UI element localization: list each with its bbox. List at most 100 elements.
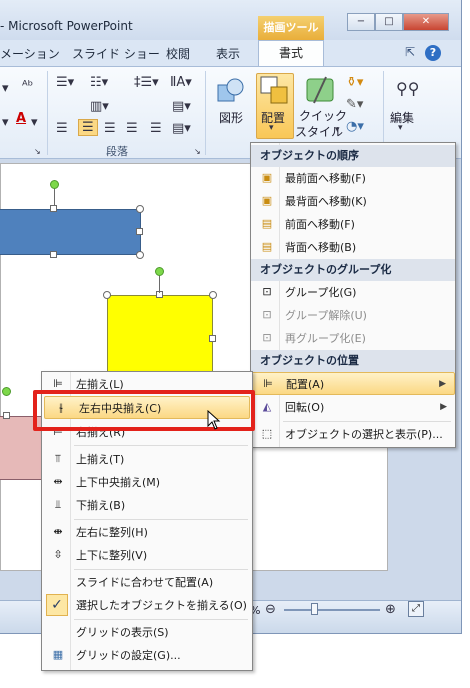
help-icon[interactable]: ?: [424, 45, 441, 61]
shape-outline-icon[interactable]: ✎▾: [346, 97, 363, 112]
zoom-slider[interactable]: [284, 609, 380, 611]
distributed-text-icon[interactable]: ☰: [150, 121, 162, 136]
line-spacing-icon[interactable]: ‡☰▾: [134, 75, 159, 90]
align-left-text-icon[interactable]: ☰: [56, 121, 68, 136]
font-color-icon[interactable]: A: [16, 111, 26, 126]
align-text-icon[interactable]: ▤▾: [172, 99, 191, 114]
submenu-arrow-icon: ▶: [439, 379, 446, 389]
resize-handle[interactable]: [50, 251, 57, 258]
group-separator: [205, 71, 206, 155]
tab-format[interactable]: 書式: [258, 40, 324, 66]
group-item[interactable]: ⊡ グループ化(G): [251, 281, 455, 304]
arrange-dropdown-menu: オブジェクトの順序 ▣ 最前面へ移動(F) ▣ 最背面へ移動(K) ▤ 前面へ移…: [250, 142, 456, 448]
dropdown-arrow-icon[interactable]: ▾: [31, 115, 38, 130]
resize-handle[interactable]: [136, 228, 143, 235]
align-bottom-label: 下揃え(B): [76, 499, 126, 512]
columns-icon[interactable]: ▥▾: [90, 99, 109, 114]
chevron-down-icon: ▾: [269, 123, 274, 133]
close-button[interactable]: ✕: [403, 13, 449, 31]
window-controls: − □ ✕: [347, 13, 449, 31]
align-middle-label: 上下中央揃え(M): [76, 476, 161, 489]
resize-handle[interactable]: [136, 205, 144, 213]
zoom-slider-thumb[interactable]: [311, 603, 318, 615]
dropdown-arrow-icon[interactable]: ▾: [2, 115, 9, 130]
tab-review[interactable]: 校閲: [166, 45, 190, 62]
align-right-text-icon[interactable]: ☰: [104, 121, 116, 136]
regroup-item[interactable]: ⊡ 再グループ化(E): [251, 327, 455, 350]
rotate-label: 回転(O): [285, 401, 325, 414]
ungroup-icon: ⊡: [262, 308, 272, 321]
shape-fill-icon[interactable]: ⚱▾: [346, 75, 363, 90]
resize-handle[interactable]: [50, 205, 57, 212]
resize-handle[interactable]: [103, 291, 111, 299]
shape-effects-icon[interactable]: ◔▾: [346, 119, 364, 134]
minimize-ribbon-icon[interactable]: ⇱: [405, 45, 415, 59]
red-highlight-box: [33, 390, 255, 431]
window-title: - Microsoft PowerPoint: [0, 19, 133, 33]
zoom-in-icon[interactable]: ⊕: [385, 602, 396, 617]
rotation-handle[interactable]: [2, 387, 11, 396]
send-backward-item[interactable]: ▤ 背面へ移動(B): [251, 236, 455, 259]
bring-forward-label: 前面へ移動(F): [285, 218, 355, 231]
tab-animation[interactable]: メーション: [0, 45, 60, 62]
rotate-icon: ◭: [262, 400, 272, 413]
bring-to-front-item[interactable]: ▣ 最前面へ移動(F): [251, 167, 455, 190]
title-bar: - Microsoft PowerPoint 描画ツール − □ ✕: [0, 0, 461, 40]
selection-pane-item[interactable]: ⬚ オブジェクトの選択と表示(P)...: [251, 423, 455, 446]
zoom-out-icon[interactable]: ⊖: [265, 602, 276, 617]
align-bottom-item[interactable]: ⫫ 下揃え(B): [42, 494, 252, 517]
align-to-slide-item[interactable]: スライドに合わせて配置(A): [42, 571, 252, 594]
resize-handle[interactable]: [209, 335, 216, 342]
drawing-tools-context-title: 描画ツール: [258, 16, 324, 40]
minimize-button[interactable]: −: [347, 13, 375, 31]
send-to-back-label: 最背面へ移動(K): [285, 195, 367, 208]
spelling-icon[interactable]: ᴬᵇ: [22, 79, 33, 94]
align-top-icon: ⫪: [54, 452, 62, 465]
quick-styles-label-1[interactable]: クイック: [299, 107, 347, 124]
align-icon: ⊫: [263, 377, 273, 390]
ungroup-item[interactable]: ⊡ グループ解除(U): [251, 304, 455, 327]
justify-text-icon[interactable]: ☰: [126, 121, 138, 136]
blue-rectangle-shape[interactable]: [0, 209, 141, 255]
grid-settings-label: グリッドの設定(G)...: [76, 649, 181, 662]
menu-separator: [74, 619, 248, 620]
tab-view[interactable]: 表示: [216, 45, 240, 62]
paragraph-dialog-launcher-icon[interactable]: ↘: [194, 147, 201, 156]
bring-forward-item[interactable]: ▤ 前面へ移動(F): [251, 213, 455, 236]
rotation-handle[interactable]: [50, 180, 59, 189]
distribute-horizontally-item[interactable]: ⇼ 左右に整列(H): [42, 521, 252, 544]
align-selected-objects-item[interactable]: 選択したオブジェクトを揃える(O): [42, 594, 252, 617]
fit-slide-icon[interactable]: ⤢: [408, 601, 424, 617]
align-middle-item[interactable]: ⇹ 上下中央揃え(M): [42, 471, 252, 494]
yellow-rectangle-shape[interactable]: [107, 295, 213, 381]
grid-settings-item[interactable]: ▦ グリッドの設定(G)...: [42, 644, 252, 667]
chevron-down-icon: ▾: [335, 125, 340, 135]
center-text-icon[interactable]: ☰: [78, 119, 98, 136]
maximize-button[interactable]: □: [375, 13, 403, 31]
resize-handle[interactable]: [136, 251, 144, 259]
resize-handle[interactable]: [3, 412, 10, 419]
selection-pane-label: オブジェクトの選択と表示(P)...: [285, 428, 443, 441]
show-grid-item[interactable]: グリッドの表示(S): [42, 621, 252, 644]
send-to-back-item[interactable]: ▣ 最背面へ移動(K): [251, 190, 455, 213]
align-top-item[interactable]: ⫪ 上揃え(T): [42, 448, 252, 471]
shapes-icon[interactable]: [215, 75, 247, 107]
resize-handle[interactable]: [209, 291, 217, 299]
tab-slideshow[interactable]: スライド ショー: [72, 45, 160, 62]
align-label: 配置(A): [286, 378, 325, 391]
numbering-icon[interactable]: ☷▾: [90, 75, 108, 90]
shapes-button-label[interactable]: 図形: [219, 109, 243, 126]
distribute-vertically-item[interactable]: ⇳ 上下に整列(V): [42, 544, 252, 567]
rotate-item[interactable]: ◭ 回転(O) ▶: [251, 396, 455, 419]
align-item[interactable]: ⊫ 配置(A) ▶: [251, 372, 455, 395]
smartart-icon[interactable]: ▤▾: [172, 121, 191, 136]
dropdown-arrow-icon[interactable]: ▾: [2, 81, 9, 96]
binoculars-icon[interactable]: ⚲⚲: [396, 79, 419, 98]
text-direction-icon[interactable]: ⅡA▾: [170, 75, 192, 90]
quick-styles-icon[interactable]: [304, 75, 336, 107]
menu-separator: [74, 519, 248, 520]
font-dialog-launcher-icon[interactable]: ↘: [34, 147, 41, 156]
bullets-icon[interactable]: ☰▾: [56, 75, 74, 90]
chevron-down-icon: ▾: [398, 123, 403, 133]
rotation-handle[interactable]: [155, 267, 164, 276]
